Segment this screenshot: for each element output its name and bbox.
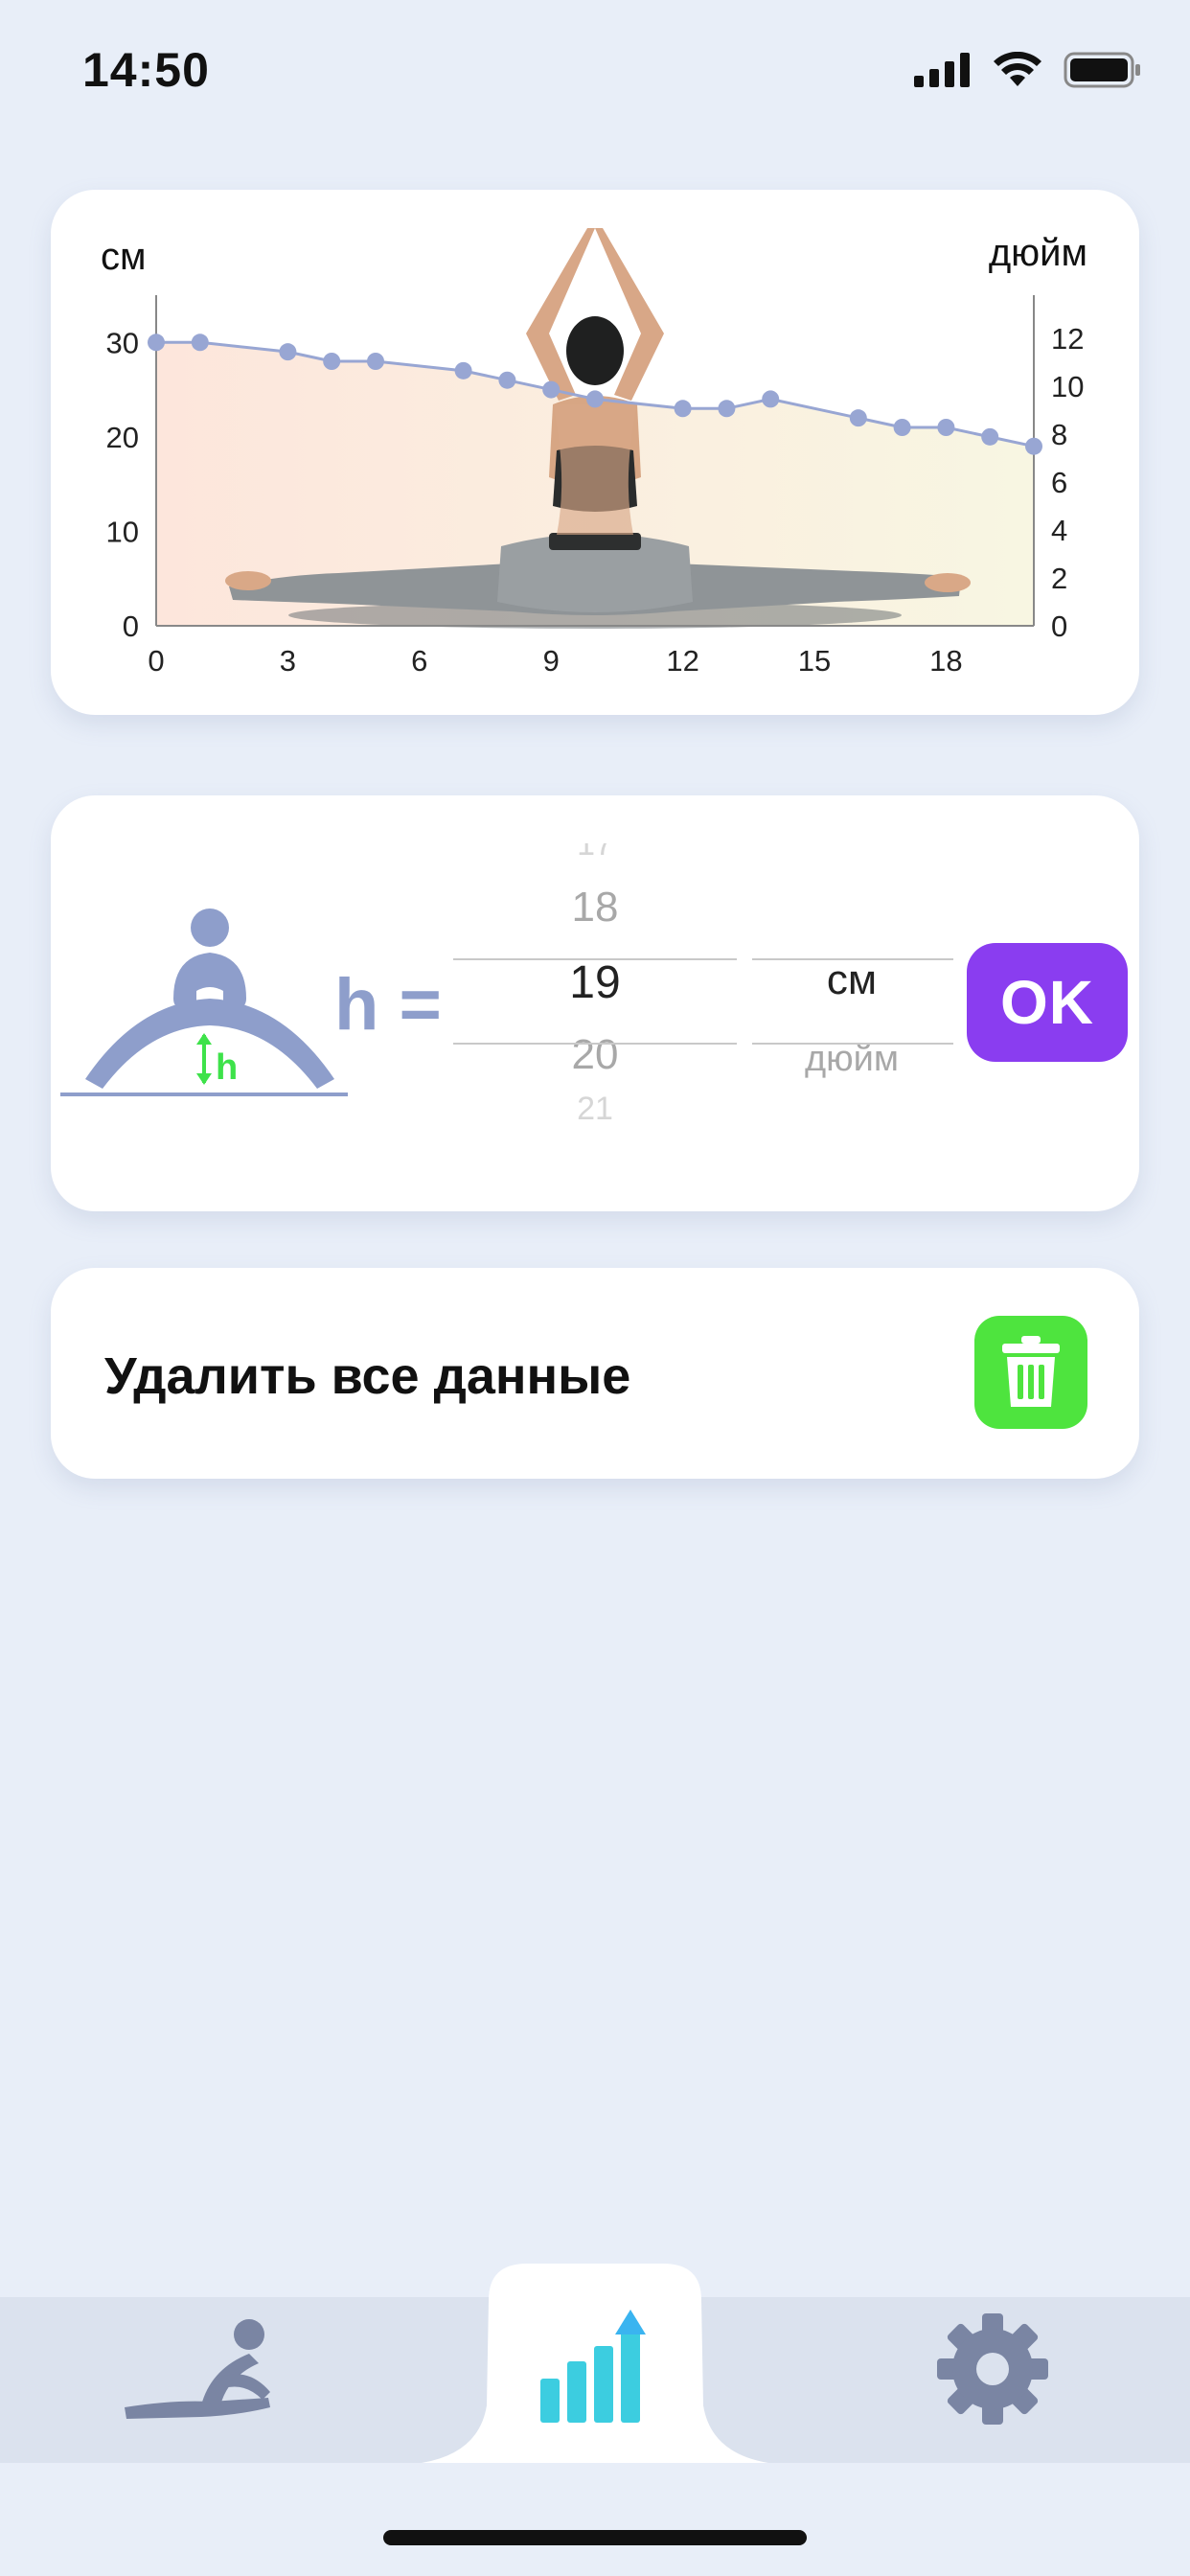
wifi-icon [994, 52, 1041, 86]
chart-point [586, 390, 604, 408]
chart-point [718, 400, 736, 418]
y2-tick-label: 2 [1051, 562, 1067, 595]
unit-option-cm[interactable]: см [750, 956, 953, 1004]
chart-point [849, 409, 867, 427]
picker-option[interactable]: 18 [451, 884, 739, 932]
battery-icon [1064, 52, 1140, 88]
y2-tick-label: 12 [1051, 322, 1084, 356]
status-time: 14:50 [82, 43, 210, 97]
y2-tick-label: 10 [1051, 370, 1084, 403]
chart-point [279, 343, 297, 361]
unit-picker-divider [752, 1043, 953, 1045]
chart-point [762, 390, 780, 408]
y-tick-label: 30 [106, 326, 139, 359]
value-picker[interactable]: 17 18 19 20 21 [451, 843, 739, 1169]
x-tick-label: 18 [929, 644, 962, 678]
y2-tick-label: 0 [1051, 610, 1067, 643]
chart-point [981, 427, 999, 446]
picker-option[interactable]: 21 [451, 1091, 739, 1128]
y2-tick-label: 8 [1051, 418, 1067, 451]
trash-icon [1002, 1336, 1060, 1407]
chart-point [1025, 437, 1042, 455]
picker-divider [453, 1043, 737, 1045]
picker-option[interactable]: 20 [451, 1031, 739, 1079]
y2-tick-label: 4 [1051, 514, 1067, 547]
picker-selected-value[interactable]: 19 [451, 956, 739, 1009]
delete-all-data-label: Удалить все данные [104, 1347, 631, 1405]
x-tick-label: 12 [666, 644, 698, 678]
delete-data-card[interactable]: Удалить все данные [51, 1268, 1139, 1479]
chart-point [542, 380, 561, 399]
h-equals-label: h = [334, 964, 442, 1046]
x-tick-label: 6 [411, 644, 427, 678]
unit-picker-divider [752, 958, 953, 960]
unit-picker[interactable]: см дюйм [750, 939, 953, 1131]
tab-stretch[interactable] [105, 2310, 287, 2434]
x-tick-label: 9 [543, 644, 560, 678]
x-tick-label: 3 [280, 644, 296, 678]
chart-point [937, 419, 955, 436]
ok-button[interactable]: OK [967, 943, 1128, 1062]
x-tick-label: 15 [798, 644, 831, 678]
h-letter: h [216, 1047, 238, 1088]
chart-point [498, 371, 516, 389]
y-tick-label: 0 [123, 610, 139, 643]
chart-point [454, 361, 472, 380]
stretch-pose-icon [125, 2319, 270, 2419]
picker-option[interactable]: 17 [451, 843, 739, 863]
chart-point [191, 334, 209, 352]
status-icons [914, 52, 1142, 88]
x-tick-label: 0 [148, 644, 164, 678]
signal-icon [914, 53, 970, 87]
unit-option-inch[interactable]: дюйм [750, 1039, 953, 1080]
tab-settings[interactable] [933, 2310, 1052, 2428]
y-tick-label: 20 [106, 421, 139, 454]
picker-divider [453, 958, 737, 960]
chart-point [148, 334, 165, 352]
gear-icon [937, 2313, 1048, 2425]
measurement-input-card: h h = 17 18 19 20 21 см дюйм OK [51, 795, 1139, 1211]
split-height-icon: h [60, 908, 348, 1096]
chart-point [674, 400, 692, 418]
stats-chart-icon [540, 2310, 646, 2423]
y2-tick-label: 6 [1051, 466, 1067, 499]
progress-chart: 0 10 20 30 0 2 4 6 8 10 12 0 3 6 9 12 15 18 [106, 228, 1084, 678]
chart-point [367, 353, 384, 370]
progress-chart-card: см дюйм 0 10 20 30 0 2 4 6 8 10 12 0 3 6… [51, 190, 1139, 715]
home-indicator [383, 2530, 807, 2545]
chart-point [893, 419, 911, 436]
delete-button[interactable] [974, 1316, 1087, 1429]
tab-statistics[interactable] [533, 2308, 657, 2426]
chart-point [323, 353, 341, 370]
y-tick-label: 10 [106, 515, 139, 548]
